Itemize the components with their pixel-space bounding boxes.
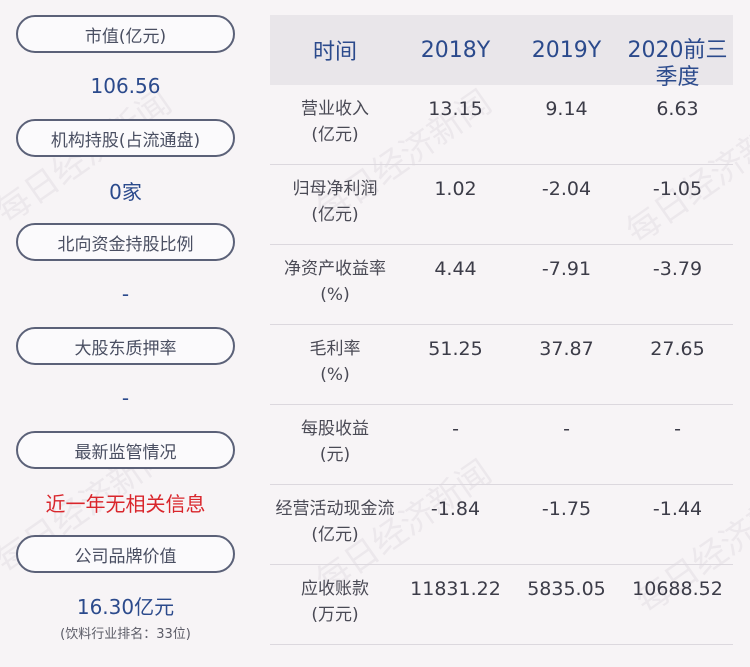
cell: -	[674, 418, 681, 440]
cell: -7.91	[541, 258, 592, 280]
header-2020q3: 2020前三季度	[627, 38, 728, 90]
cell: 11831.22	[410, 578, 501, 600]
table-row: 净资产收益率 (%) 4.44 -7.91 -3.79	[270, 245, 733, 325]
cell: 13.15	[428, 98, 483, 120]
cell: 37.87	[539, 338, 594, 360]
cell: 9.14	[545, 98, 588, 120]
table-row: 毛利率 (%) 51.25 37.87 27.65	[270, 325, 733, 405]
cell: -	[452, 418, 459, 440]
cell: -1.75	[541, 498, 592, 520]
pledge-rate-label: 大股东质押率	[16, 327, 235, 365]
cell: -2.04	[541, 178, 592, 200]
row-label: 每股收益 (元)	[301, 419, 369, 465]
summary-panel: 市值(亿元) 106.56 机构持股(占流通盘) 0家 北向资金持股比例 - 大…	[16, 15, 235, 655]
brand-value: 16.30亿元 (饮料行业排名：33位)	[16, 573, 235, 655]
table-row: 应收账款 (万元) 11831.22 5835.05 10688.52	[270, 565, 733, 645]
row-label: 营业收入 (亿元)	[301, 99, 369, 145]
table-row: 经营活动现金流 (亿元) -1.84 -1.75 -1.44	[270, 485, 733, 565]
brand-value-amount: 16.30亿元	[76, 595, 175, 619]
cell: -3.79	[652, 258, 703, 280]
cell: 6.63	[656, 98, 699, 120]
market-cap-value: 106.56	[90, 74, 161, 98]
regulation-value: 近一年无相关信息	[45, 491, 206, 516]
cell: -	[563, 418, 570, 440]
row-label: 应收账款 (万元)	[301, 579, 369, 625]
table-row: 营业收入 (亿元) 13.15 9.14 6.63	[270, 85, 733, 165]
table-row: 归母净利润 (亿元) 1.02 -2.04 -1.05	[270, 165, 733, 245]
cell: 1.02	[434, 178, 477, 200]
northbound-ratio-value: -	[121, 282, 130, 306]
cell: 27.65	[650, 338, 705, 360]
cell: 10688.52	[632, 578, 723, 600]
row-label: 净资产收益率 (%)	[284, 259, 386, 305]
brand-rank-note: (饮料行业排名：33位)	[60, 627, 191, 642]
market-cap-label: 市值(亿元)	[16, 15, 235, 53]
institution-holdings-label: 机构持股(占流通盘)	[16, 119, 235, 157]
cell: -1.44	[652, 498, 703, 520]
row-label: 经营活动现金流 (亿元)	[275, 499, 395, 545]
header-time: 时间	[312, 40, 357, 65]
header-2018: 2018Y	[420, 37, 491, 63]
brand-value-label: 公司品牌价值	[16, 535, 235, 573]
cell: 4.44	[434, 258, 477, 280]
cell: -1.05	[652, 178, 703, 200]
institution-holdings-value: 0家	[109, 179, 142, 204]
cell: 5835.05	[527, 578, 606, 600]
cell: 51.25	[428, 338, 483, 360]
regulation-label: 最新监管情况	[16, 431, 235, 469]
table-header: 时间 2018Y 2019Y 2020前三季度	[270, 15, 733, 90]
financial-table: 时间 2018Y 2019Y 2020前三季度 营业收入 (亿元) 13.15 9…	[270, 15, 733, 645]
header-2019: 2019Y	[531, 37, 602, 63]
row-label: 归母净利润 (亿元)	[292, 179, 378, 225]
cell: -1.84	[430, 498, 481, 520]
row-label: 毛利率 (%)	[309, 339, 361, 385]
northbound-ratio-label: 北向资金持股比例	[16, 223, 235, 261]
pledge-rate-value: -	[121, 386, 130, 410]
table-row: 每股收益 (元) - - -	[270, 405, 733, 485]
